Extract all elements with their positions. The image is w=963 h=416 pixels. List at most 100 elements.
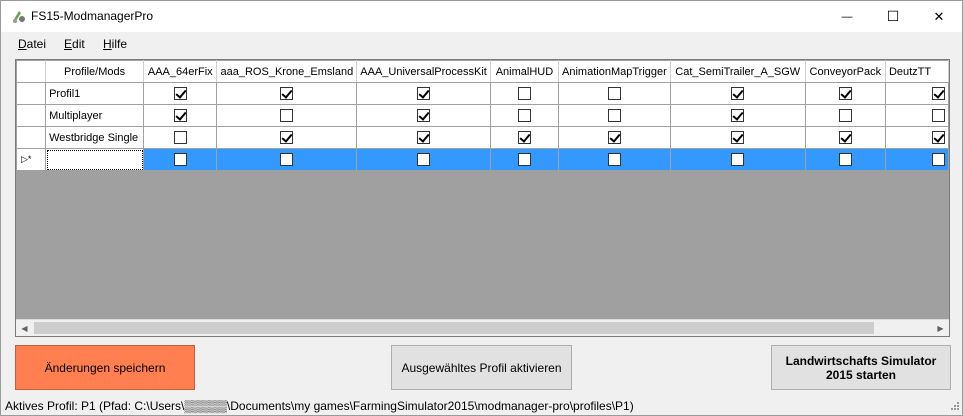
close-button[interactable]: ✕ xyxy=(916,1,962,32)
mod-checkbox-cell[interactable] xyxy=(143,82,218,105)
mod-checkbox-cell[interactable] xyxy=(558,148,671,171)
checked-checkbox-icon[interactable] xyxy=(280,87,294,100)
scroll-right-arrow-icon[interactable]: ▶ xyxy=(932,320,949,336)
checked-checkbox-icon[interactable] xyxy=(731,109,745,122)
menu-datei[interactable]: Datei xyxy=(18,37,46,51)
unchecked-checkbox-icon[interactable] xyxy=(517,109,531,122)
checked-checkbox-icon[interactable] xyxy=(417,87,431,100)
checked-checkbox-icon[interactable] xyxy=(838,131,852,144)
mod-checkbox-cell[interactable] xyxy=(356,82,491,105)
mod-checkbox-cell[interactable] xyxy=(216,148,358,171)
unchecked-checkbox-icon[interactable] xyxy=(517,153,531,166)
new-row-marker-icon[interactable]: ▷* xyxy=(16,148,47,171)
checked-checkbox-icon[interactable] xyxy=(838,87,852,100)
new-row[interactable]: ▷* xyxy=(16,148,949,171)
unchecked-checkbox-icon[interactable] xyxy=(280,153,294,166)
row-header[interactable] xyxy=(16,82,47,105)
unchecked-checkbox-icon[interactable] xyxy=(838,109,852,122)
checked-checkbox-icon[interactable] xyxy=(417,131,431,144)
column-header[interactable]: ConveyorPack xyxy=(804,60,886,83)
checked-checkbox-icon[interactable] xyxy=(731,131,745,144)
profile-name-cell[interactable]: Westbridge Single xyxy=(45,126,145,149)
column-header[interactable]: AnimalHUD xyxy=(489,60,560,83)
unchecked-checkbox-icon[interactable] xyxy=(838,153,852,166)
checked-checkbox-icon[interactable] xyxy=(607,131,621,144)
mod-checkbox-cell[interactable] xyxy=(558,104,671,127)
table-row[interactable]: Profil1 xyxy=(16,82,949,105)
menu-edit[interactable]: Edit xyxy=(64,37,85,51)
unchecked-checkbox-icon[interactable] xyxy=(173,153,187,166)
mod-checkbox-cell[interactable] xyxy=(143,126,218,149)
mod-checkbox-cell[interactable] xyxy=(356,126,491,149)
checked-checkbox-icon[interactable] xyxy=(280,131,294,144)
table-row[interactable]: Multiplayer xyxy=(16,104,949,127)
column-header[interactable]: aaa_ROS_Krone_Emsland xyxy=(216,60,358,83)
column-header[interactable]: Cat_SemiTrailer_A_SGW xyxy=(669,60,806,83)
menu-hilfe[interactable]: Hilfe xyxy=(103,37,127,51)
checked-checkbox-icon[interactable] xyxy=(173,87,187,100)
checked-checkbox-icon[interactable] xyxy=(517,131,531,144)
unchecked-checkbox-icon[interactable] xyxy=(931,109,945,122)
activate-profile-button[interactable]: Ausgewähltes Profil aktivieren xyxy=(391,345,572,390)
save-changes-button[interactable]: Änderungen speichern xyxy=(15,345,195,390)
new-profile-name-cell[interactable] xyxy=(45,148,145,171)
grid-corner[interactable] xyxy=(16,60,47,83)
mod-checkbox-cell[interactable] xyxy=(558,82,671,105)
mod-checkbox-cell[interactable] xyxy=(143,148,218,171)
column-header[interactable]: AAA_64erFix xyxy=(143,60,218,83)
row-header[interactable] xyxy=(16,104,47,127)
mod-checkbox-cell[interactable] xyxy=(356,104,491,127)
mod-checkbox-cell[interactable] xyxy=(669,148,806,171)
mod-checkbox-cell[interactable] xyxy=(356,148,491,171)
mod-checkbox-cell[interactable] xyxy=(489,126,560,149)
mod-checkbox-cell[interactable] xyxy=(489,104,560,127)
profile-name-cell[interactable]: Multiplayer xyxy=(45,104,145,127)
mod-checkbox-cell[interactable] xyxy=(884,126,949,149)
mod-checkbox-cell[interactable] xyxy=(489,82,560,105)
unchecked-checkbox-icon[interactable] xyxy=(731,153,745,166)
unchecked-checkbox-icon[interactable] xyxy=(607,87,621,100)
unchecked-checkbox-icon[interactable] xyxy=(517,87,531,100)
mod-checkbox-cell[interactable] xyxy=(558,126,671,149)
profile-name-cell[interactable]: Profil1 xyxy=(45,82,145,105)
minimize-button[interactable]: — xyxy=(824,1,870,32)
table-row[interactable]: Westbridge Single xyxy=(16,126,949,149)
mod-checkbox-cell[interactable] xyxy=(804,126,886,149)
column-header[interactable]: DeutzTT xyxy=(884,60,949,83)
checked-checkbox-icon[interactable] xyxy=(931,87,945,100)
mod-checkbox-cell[interactable] xyxy=(669,104,806,127)
unchecked-checkbox-icon[interactable] xyxy=(417,153,431,166)
mod-checkbox-cell[interactable] xyxy=(884,82,949,105)
row-header[interactable] xyxy=(16,126,47,149)
mod-checkbox-cell[interactable] xyxy=(216,82,358,105)
column-header[interactable]: AnimationMapTrigger xyxy=(558,60,671,83)
mod-checkbox-cell[interactable] xyxy=(489,148,560,171)
mod-checkbox-cell[interactable] xyxy=(669,126,806,149)
checked-checkbox-icon[interactable] xyxy=(731,87,745,100)
unchecked-checkbox-icon[interactable] xyxy=(607,109,621,122)
title-bar[interactable]: FS15-ModmanagerPro — ☐ ✕ xyxy=(1,1,962,32)
unchecked-checkbox-icon[interactable] xyxy=(931,153,945,166)
unchecked-checkbox-icon[interactable] xyxy=(607,153,621,166)
maximize-button[interactable]: ☐ xyxy=(870,1,916,32)
resize-grip-icon[interactable] xyxy=(948,401,960,413)
mod-checkbox-cell[interactable] xyxy=(884,148,949,171)
unchecked-checkbox-icon[interactable] xyxy=(280,109,294,122)
checked-checkbox-icon[interactable] xyxy=(173,109,187,122)
start-simulator-button[interactable]: Landwirtschafts Simulator 2015 starten xyxy=(771,345,951,390)
scroll-thumb[interactable] xyxy=(34,322,874,334)
mod-checkbox-cell[interactable] xyxy=(884,104,949,127)
scroll-left-arrow-icon[interactable]: ◀ xyxy=(16,320,33,336)
mod-checkbox-cell[interactable] xyxy=(669,82,806,105)
mod-checkbox-cell[interactable] xyxy=(216,126,358,149)
column-header[interactable]: AAA_UniversalProcessKit xyxy=(356,60,491,83)
profile-mod-grid[interactable]: Profile/Mods AAA_64erFix aaa_ROS_Krone_E… xyxy=(15,59,950,337)
unchecked-checkbox-icon[interactable] xyxy=(173,131,187,144)
mod-checkbox-cell[interactable] xyxy=(804,82,886,105)
mod-checkbox-cell[interactable] xyxy=(143,104,218,127)
checked-checkbox-icon[interactable] xyxy=(931,131,945,144)
mod-checkbox-cell[interactable] xyxy=(804,104,886,127)
mod-checkbox-cell[interactable] xyxy=(216,104,358,127)
mod-checkbox-cell[interactable] xyxy=(804,148,886,171)
checked-checkbox-icon[interactable] xyxy=(417,109,431,122)
